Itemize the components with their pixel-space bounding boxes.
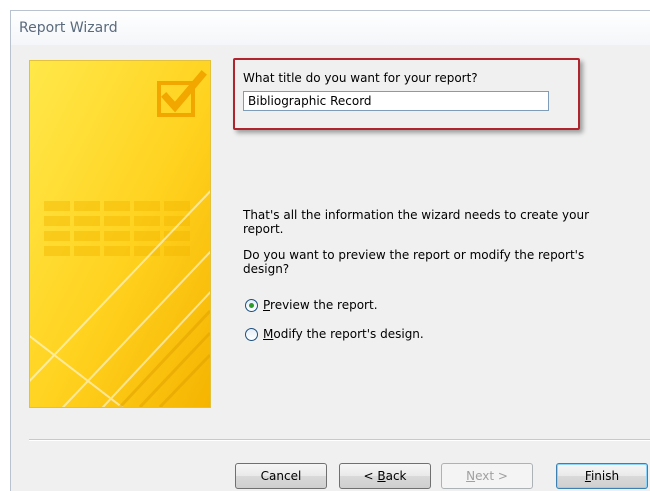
wizard-info-text: That's all the information the wizard ne… xyxy=(243,208,590,236)
cancel-button[interactable]: Cancel xyxy=(235,463,327,489)
title-bar: Report Wizard xyxy=(11,11,650,45)
wizard-illustration xyxy=(29,60,211,408)
back-button[interactable]: < Back xyxy=(339,463,431,489)
preview-option-label: Preview the report. xyxy=(263,298,378,312)
finish-button[interactable]: Finish xyxy=(556,463,648,489)
button-divider xyxy=(29,439,650,441)
radio-selected-icon[interactable] xyxy=(245,298,258,312)
wizard-body: What title do you want for your report? … xyxy=(19,45,650,491)
radio-unselected-icon[interactable] xyxy=(245,327,258,341)
preview-or-modify-question: Do you want to preview the report or mod… xyxy=(243,248,585,276)
preview-report-option[interactable]: Preview the report. xyxy=(245,296,378,314)
window-title: Report Wizard xyxy=(19,20,118,36)
modify-design-option[interactable]: Modify the report's design. xyxy=(245,325,424,343)
checkmark-icon xyxy=(157,70,207,117)
report-wizard-window: Report Wizard What title do you want for… xyxy=(10,10,650,491)
highlight-annotation-box xyxy=(233,58,580,130)
modify-option-label: Modify the report's design. xyxy=(263,327,424,341)
next-button[interactable]: Next > xyxy=(441,463,533,489)
